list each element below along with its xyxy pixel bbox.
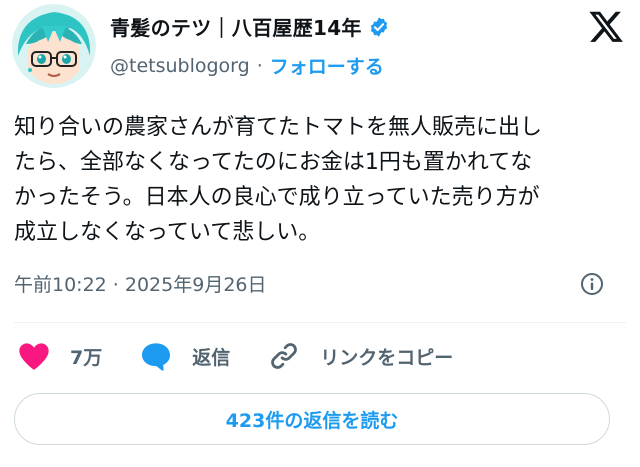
author-handle-row: @tetsublogorg · フォローする xyxy=(110,52,384,79)
timestamp-text[interactable]: 午前10:22 · 2025年9月26日 xyxy=(14,270,267,297)
separator-dot: · xyxy=(256,54,263,77)
author-handle[interactable]: @tetsublogorg xyxy=(110,55,250,77)
reply-button[interactable]: 返信 xyxy=(140,341,230,371)
action-bar: 7万 返信 リンクをコピー xyxy=(18,336,491,376)
tweet-timestamp[interactable]: 午前10:22 · 2025年9月26日 xyxy=(14,270,267,297)
read-replies-label: 423件の返信を読む xyxy=(225,409,399,432)
reply-label: 返信 xyxy=(192,346,231,369)
tweet-text: 知り合いの農家さんが育てたトマトを無人販売に出し たら、全部なくなってたのにお金… xyxy=(14,115,543,245)
like-button[interactable]: 7万 xyxy=(18,341,102,371)
author-name-row: 青髪のテツ｜八百屋歴14年 xyxy=(110,12,390,41)
display-name[interactable]: 青髪のテツ｜八百屋歴14年 xyxy=(110,12,362,41)
avatar[interactable] xyxy=(12,4,96,88)
copy-link-label: リンクをコピー xyxy=(320,346,454,369)
x-logo-icon[interactable] xyxy=(588,10,624,44)
follow-button[interactable]: フォローする xyxy=(270,52,384,79)
divider xyxy=(14,322,626,323)
info-icon[interactable] xyxy=(580,272,604,296)
heart-icon xyxy=(19,343,49,370)
like-count: 7万 xyxy=(70,346,103,369)
link-icon xyxy=(271,343,298,369)
verified-badge-icon xyxy=(370,16,387,37)
tweet-header: 青髪のテツ｜八百屋歴14年 @tetsublogorg · フォローする xyxy=(12,4,628,88)
reply-bubble-icon xyxy=(142,343,171,371)
read-replies-button[interactable]: 423件の返信を読む xyxy=(14,393,610,445)
anime-avatar-icon xyxy=(12,4,96,88)
copy-link-button[interactable]: リンクをコピー xyxy=(268,341,453,371)
